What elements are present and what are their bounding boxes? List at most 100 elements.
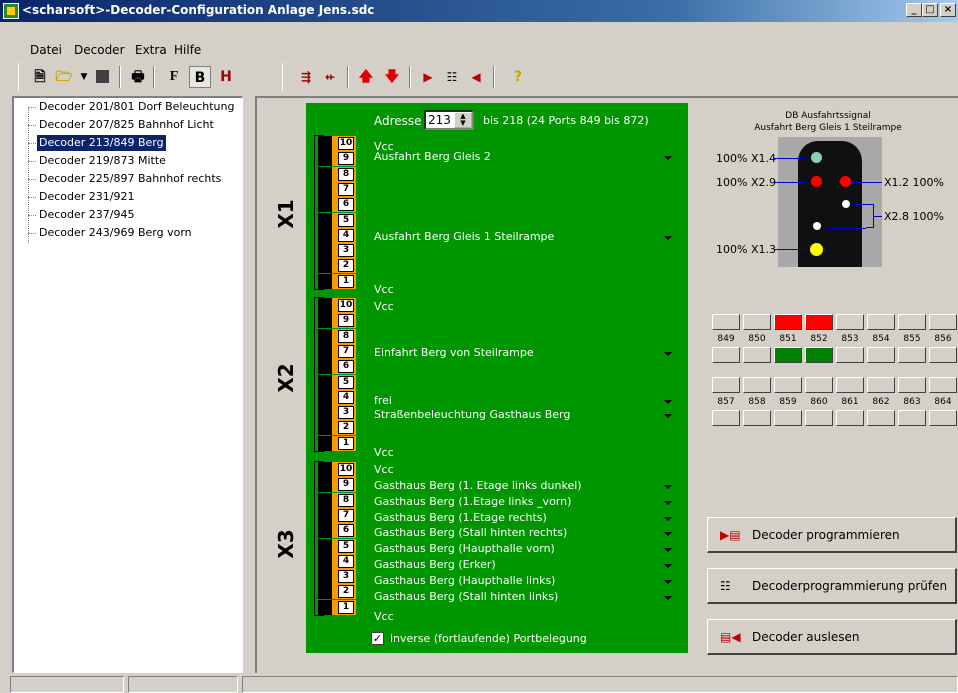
dropdown-arrow-icon[interactable] <box>664 156 672 160</box>
new-file-button[interactable]: 🗎 <box>29 66 51 88</box>
verify-programming-button[interactable]: ☷ Decoderprogrammierung prüfen <box>707 568 957 604</box>
move-down-button[interactable]: 🡇 <box>381 66 403 88</box>
tree-item-213[interactable]: Decoder 213/849 Berg <box>37 135 166 151</box>
x2-port-3[interactable]: Straßenbeleuchtung Gasthaus Berg <box>374 408 570 421</box>
inverse-checkbox[interactable]: ✓ <box>371 632 384 645</box>
port-toggle-on[interactable] <box>712 314 740 330</box>
port-toggle-off[interactable] <box>929 410 957 426</box>
port-toggle-off[interactable] <box>805 347 833 363</box>
x3-port-7[interactable]: Gasthaus Berg (1.Etage rechts) <box>374 511 547 524</box>
port-toggle-off[interactable] <box>836 410 864 426</box>
read-decoder-button[interactable]: ▤◀ Decoder auslesen <box>707 619 957 655</box>
port-toggle-on[interactable] <box>929 377 957 393</box>
port-toggle-off[interactable] <box>867 410 895 426</box>
port-toggle-on[interactable] <box>774 314 802 330</box>
x3-port-9[interactable]: Gasthaus Berg (1. Etage links dunkel) <box>374 479 582 492</box>
spin-arrows-icon[interactable]: ▲ ▼ <box>454 112 472 128</box>
tree-item-201[interactable]: Decoder 201/801 Dorf Beleuchtung <box>37 99 236 115</box>
maximize-button[interactable]: □ <box>922 3 938 17</box>
signal-lamp-white-upper[interactable] <box>842 200 850 208</box>
remove-port-button[interactable]: ⇷ <box>319 66 341 88</box>
port-toggle-on[interactable] <box>836 314 864 330</box>
dropdown-arrow-icon[interactable] <box>664 500 672 505</box>
x3-port-3[interactable]: Gasthaus Berg (Haupthalle links) <box>374 574 555 587</box>
port-toggle-on[interactable] <box>867 377 895 393</box>
port-toggle-off[interactable] <box>774 410 802 426</box>
menu-datei[interactable]: Datei <box>30 43 62 57</box>
save-button[interactable] <box>91 66 113 88</box>
signal-lamp-red-left[interactable] <box>811 176 822 187</box>
port-toggle-on[interactable] <box>805 314 833 330</box>
menu-hilfe[interactable]: Hilfe <box>174 43 201 57</box>
program-decoder-button[interactable]: ▶▤ Decoder programmieren <box>707 517 957 553</box>
x3-port-2[interactable]: Gasthaus Berg (Stall hinten links) <box>374 590 558 603</box>
dropdown-arrow-icon[interactable] <box>664 548 672 553</box>
port-toggle-off[interactable] <box>836 347 864 363</box>
port-toggle-on[interactable] <box>712 377 740 393</box>
move-up-button[interactable]: 🡅 <box>355 66 377 88</box>
signal-lamp-white-lower[interactable] <box>813 222 821 230</box>
read-tool-button[interactable]: ◀ <box>465 66 487 88</box>
dropdown-arrow-icon[interactable] <box>664 532 672 537</box>
tree-item-225[interactable]: Decoder 225/897 Bahnhof rechts <box>37 171 223 187</box>
menu-decoder[interactable]: Decoder <box>74 43 125 57</box>
print-button[interactable]: 🖶 <box>127 66 149 88</box>
port-toggle-off[interactable] <box>898 410 926 426</box>
signal-lamp-red-right[interactable] <box>840 176 851 187</box>
port-toggle-on[interactable] <box>898 314 926 330</box>
signal-lamp-yellow[interactable] <box>810 243 823 256</box>
port-toggle-on[interactable] <box>743 377 771 393</box>
x3-port-6[interactable]: Gasthaus Berg (Stall hinten rechts) <box>374 526 567 539</box>
x3-port-4[interactable]: Gasthaus Berg (Erker) <box>374 558 496 571</box>
close-button[interactable]: × <box>940 3 956 17</box>
x1-port-9[interactable]: Ausfahrt Berg Gleis 2 <box>374 150 491 163</box>
port-toggle-on[interactable] <box>898 377 926 393</box>
menu-extra[interactable]: Extra <box>135 43 167 57</box>
format-b-button[interactable]: B <box>189 66 211 88</box>
port-toggle-on[interactable] <box>805 377 833 393</box>
dropdown-arrow-icon[interactable] <box>664 400 672 404</box>
format-h-button[interactable]: H <box>215 66 237 88</box>
port-toggle-off[interactable] <box>898 347 926 363</box>
port-toggle-off[interactable] <box>743 410 771 426</box>
dropdown-arrow-icon[interactable] <box>664 595 672 600</box>
port-toggle-off[interactable] <box>712 410 740 426</box>
dropdown-arrow-icon[interactable] <box>664 564 672 568</box>
x1-port-4[interactable]: Ausfahrt Berg Gleis 1 Steilrampe <box>374 230 554 243</box>
port-toggle-off[interactable] <box>929 347 957 363</box>
dropdown-arrow-icon[interactable] <box>664 485 672 489</box>
port-toggle-on[interactable] <box>743 314 771 330</box>
address-spinner[interactable]: 213 ▲ ▼ <box>424 110 474 130</box>
port-toggle-off[interactable] <box>867 347 895 363</box>
dropdown-arrow-icon[interactable] <box>664 352 672 356</box>
insert-port-button[interactable]: ⇶ <box>295 66 317 88</box>
port-toggle-off[interactable] <box>774 347 802 363</box>
dropdown-arrow-icon[interactable] <box>664 516 672 521</box>
port-toggle-on[interactable] <box>836 377 864 393</box>
port-toggle-on[interactable] <box>929 314 957 330</box>
x2-port-4[interactable]: frei <box>374 394 392 407</box>
inverse-checkbox-label[interactable]: inverse (fortlaufende) Portbelegung <box>390 632 587 645</box>
open-file-button[interactable]: 🗁 <box>53 66 75 88</box>
port-toggle-off[interactable] <box>712 347 740 363</box>
tree-item-207[interactable]: Decoder 207/825 Bahnhof Licht <box>37 117 216 133</box>
program-tool-button[interactable]: ▶ <box>417 66 439 88</box>
port-toggle-off[interactable] <box>805 410 833 426</box>
port-toggle-on[interactable] <box>867 314 895 330</box>
tree-item-231[interactable]: Decoder 231/921 <box>37 189 136 205</box>
port-toggle-on[interactable] <box>774 377 802 393</box>
help-button[interactable]: ? <box>507 66 529 88</box>
tree-item-219[interactable]: Decoder 219/873 Mitte <box>37 153 168 169</box>
x3-port-5[interactable]: Gasthaus Berg (Haupthalle vorn) <box>374 542 555 555</box>
x3-port-8[interactable]: Gasthaus Berg (1.Etage links _vorn) <box>374 495 571 508</box>
minimize-button[interactable]: _ <box>906 3 922 17</box>
dropdown-arrow-icon[interactable] <box>664 414 672 418</box>
dropdown-arrow-icon[interactable] <box>664 236 672 240</box>
tree-item-237[interactable]: Decoder 237/945 <box>37 207 136 223</box>
signal-lamp-green[interactable] <box>811 152 822 163</box>
port-toggle-off[interactable] <box>743 347 771 363</box>
tree-item-243[interactable]: Decoder 243/969 Berg vorn <box>37 225 194 241</box>
x2-port-7[interactable]: Einfahrt Berg von Steilrampe <box>374 346 534 359</box>
verify-tool-button[interactable]: ☷ <box>441 66 463 88</box>
format-f-button[interactable]: F <box>163 66 185 88</box>
